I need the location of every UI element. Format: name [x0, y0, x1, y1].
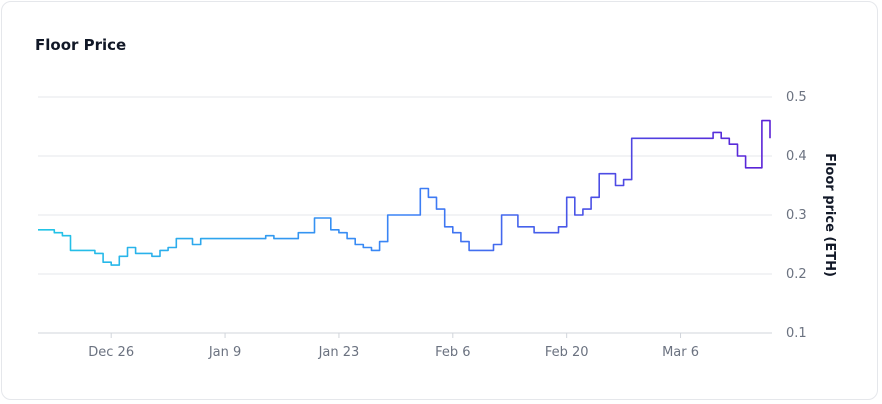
x-tick-label: Jan 9	[208, 345, 241, 360]
y-tick-label: 0.3	[786, 208, 807, 223]
x-tick-label: Mar 6	[662, 345, 699, 360]
y-tick-label: 0.5	[786, 90, 807, 105]
floor-price-line[interactable]	[38, 119, 771, 266]
y-axis-label: Floor price (ETH)	[822, 153, 837, 277]
y-tick-label: 0.2	[786, 267, 807, 282]
y-tick-label: 0.4	[786, 149, 807, 164]
y-axis-ticks: 0.1 0.2 0.3 0.4 0.5	[786, 90, 807, 341]
y-tick-label: 0.1	[786, 326, 807, 341]
x-tick-label: Dec 26	[88, 345, 134, 360]
x-axis-ticks: Dec 26 Jan 9 Jan 23 Feb 6 Feb 20 Mar 6	[88, 333, 699, 360]
floor-price-chart: 0.1 0.2 0.3 0.4 0.5 Dec 26 Jan 9 Jan 23 Feb 6 Fe…	[38, 90, 837, 360]
x-tick-label: Feb 20	[545, 345, 589, 360]
x-tick-label: Jan 23	[318, 345, 360, 360]
x-tick-label: Feb 6	[435, 345, 470, 360]
